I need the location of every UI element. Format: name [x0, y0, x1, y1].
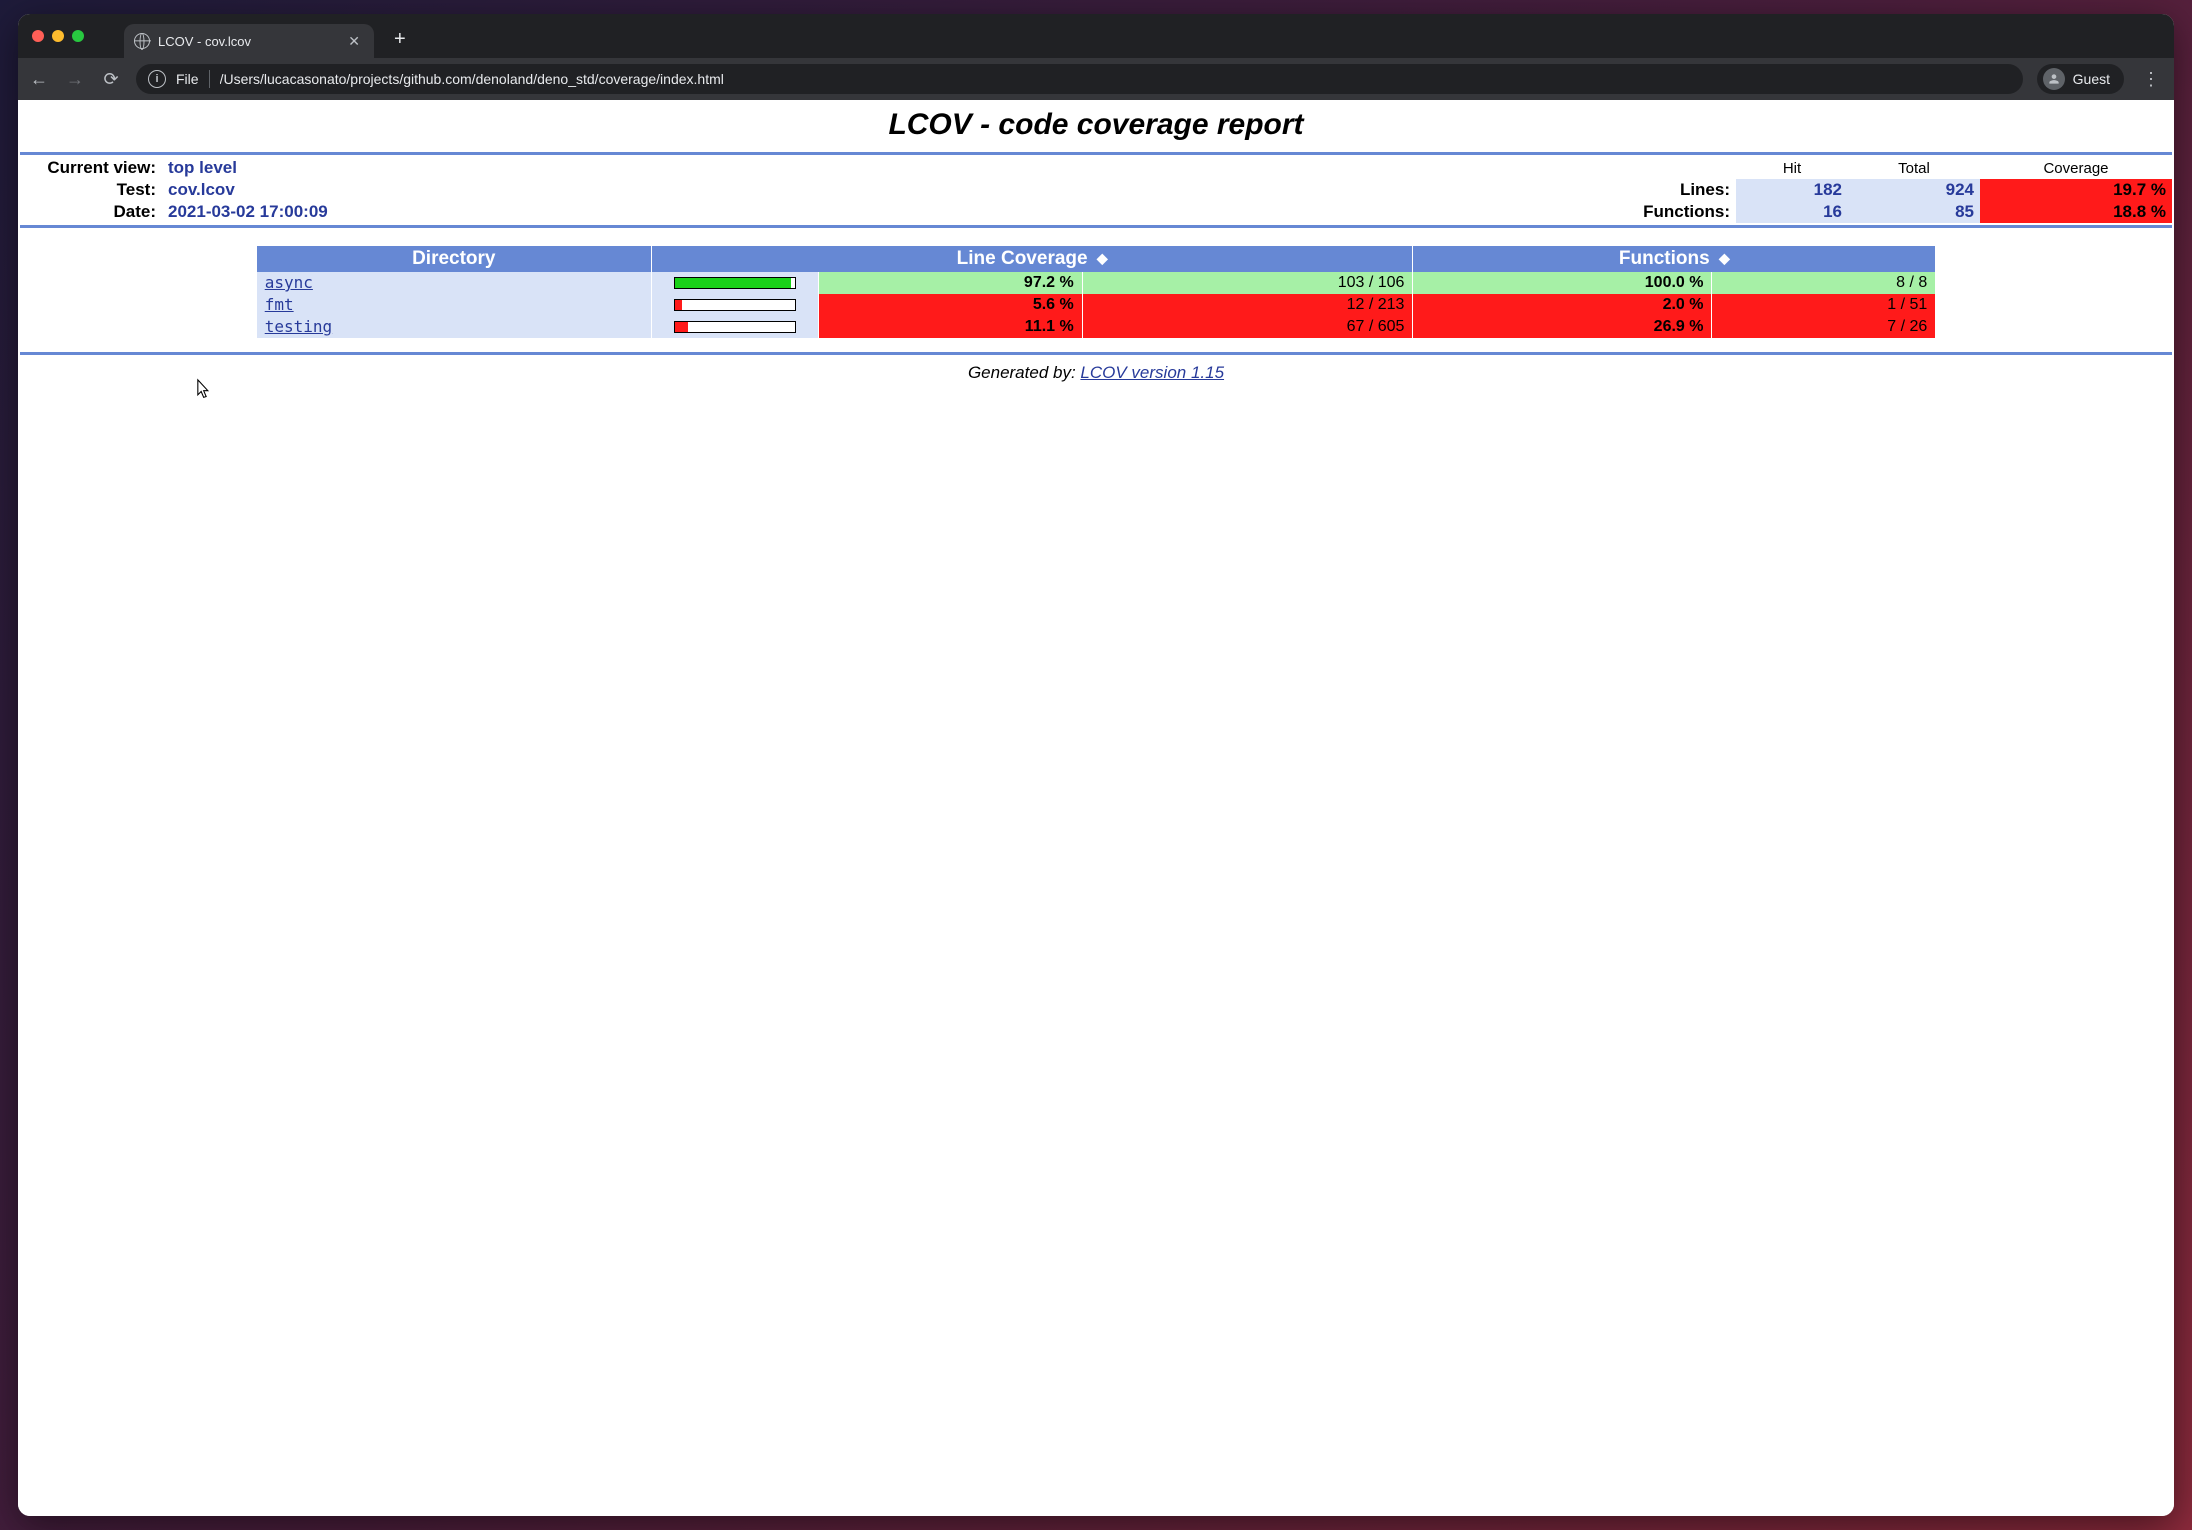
coverage-bar-fill [675, 322, 688, 332]
link-top-level[interactable]: top level [168, 158, 237, 177]
footer-text: Generated by: [968, 363, 1080, 382]
coverage-bar-cell [651, 294, 818, 316]
func-coverage-pct: 2.0 % [1413, 294, 1712, 316]
label-current-view: Current view: [20, 157, 162, 179]
profile-button[interactable]: Guest [2037, 64, 2124, 94]
rule-top [20, 152, 2172, 155]
header-hit: Hit [1736, 157, 1848, 179]
header-total: Total [1848, 157, 1980, 179]
back-button[interactable]: ← [28, 69, 50, 90]
coverage-bar [674, 277, 796, 289]
report-title: LCOV - code coverage report [20, 108, 2172, 142]
globe-icon [134, 33, 150, 49]
titlebar: LCOV - cov.lcov ✕ + [18, 14, 2174, 58]
directory-cell: async [257, 272, 652, 294]
lines-hit: 182 [1736, 179, 1848, 201]
label-date: Date: [20, 201, 162, 223]
coverage-bar [674, 321, 796, 333]
func-coverage-frac: 8 / 8 [1712, 272, 1935, 294]
tab-title: LCOV - cov.lcov [158, 34, 336, 49]
window-controls [32, 30, 84, 42]
rule-mid [20, 225, 2172, 228]
toolbar: ← → ⟳ i File /Users/lucacasonato/project… [18, 58, 2174, 100]
rule-bottom [20, 352, 2172, 355]
desktop: LCOV - cov.lcov ✕ + ← → ⟳ i File /Users/… [0, 0, 2192, 1530]
address-bar[interactable]: i File /Users/lucacasonato/projects/gith… [136, 64, 2023, 94]
omnibox-separator [209, 70, 210, 88]
directory-link[interactable]: testing [265, 317, 332, 336]
line-coverage-pct: 11.1 % [818, 316, 1082, 338]
line-coverage-frac: 12 / 213 [1082, 294, 1413, 316]
maximize-window-button[interactable] [72, 30, 84, 42]
coverage-bar-cell [651, 316, 818, 338]
site-info-icon[interactable]: i [148, 70, 166, 88]
col-directory[interactable]: Directory [257, 246, 652, 272]
coverage-bar-cell [651, 272, 818, 294]
col-line-coverage[interactable]: Line Coverage ◆ [651, 246, 1413, 272]
close-window-button[interactable] [32, 30, 44, 42]
funcs-hit: 16 [1736, 201, 1848, 223]
table-row: async 97.2 %103 / 106100.0 %8 / 8 [257, 272, 1936, 294]
directory-cell: testing [257, 316, 652, 338]
browser-window: LCOV - cov.lcov ✕ + ← → ⟳ i File /Users/… [18, 14, 2174, 1516]
value-test: cov.lcov [162, 179, 434, 201]
func-coverage-frac: 7 / 26 [1712, 316, 1935, 338]
tab-close-button[interactable]: ✕ [344, 33, 364, 50]
menu-button[interactable]: ⋮ [2138, 69, 2164, 90]
value-date: 2021-03-02 17:00:09 [162, 201, 434, 223]
funcs-cov: 18.8 % [1980, 201, 2172, 223]
label-lines: Lines: [434, 179, 1736, 201]
func-coverage-frac: 1 / 51 [1712, 294, 1935, 316]
avatar-icon [2043, 68, 2065, 90]
directory-table: Directory Line Coverage ◆ Functions ◆ [257, 246, 1936, 338]
sort-icon: ◆ [1719, 250, 1730, 266]
lines-cov: 19.7 % [1980, 179, 2172, 201]
label-functions: Functions: [434, 201, 1736, 223]
summary-table: Current view: top level Hit Total Covera… [20, 157, 2172, 223]
minimize-window-button[interactable] [52, 30, 64, 42]
table-row: fmt 5.6 %12 / 2132.0 %1 / 51 [257, 294, 1936, 316]
coverage-bar-fill [675, 278, 792, 288]
url-path: /Users/lucacasonato/projects/github.com/… [220, 71, 2011, 87]
header-coverage: Coverage [1980, 157, 2172, 179]
sort-icon: ◆ [1097, 250, 1108, 266]
directory-link[interactable]: async [265, 273, 313, 292]
url-scheme: File [176, 71, 199, 87]
line-coverage-frac: 67 / 605 [1082, 316, 1413, 338]
page-content: LCOV - code coverage report Current view… [18, 100, 2174, 1516]
funcs-total: 85 [1848, 201, 1980, 223]
func-coverage-pct: 26.9 % [1413, 316, 1712, 338]
forward-button[interactable]: → [64, 69, 86, 90]
line-coverage-pct: 97.2 % [818, 272, 1082, 294]
func-coverage-pct: 100.0 % [1413, 272, 1712, 294]
profile-label: Guest [2073, 71, 2110, 87]
reload-button[interactable]: ⟳ [100, 69, 122, 90]
col-functions[interactable]: Functions ◆ [1413, 246, 1935, 272]
browser-tab[interactable]: LCOV - cov.lcov ✕ [124, 24, 374, 58]
line-coverage-pct: 5.6 % [818, 294, 1082, 316]
footer: Generated by: LCOV version 1.15 [20, 363, 2172, 383]
coverage-bar [674, 299, 796, 311]
directory-cell: fmt [257, 294, 652, 316]
line-coverage-frac: 103 / 106 [1082, 272, 1413, 294]
new-tab-button[interactable]: + [394, 28, 406, 51]
footer-link[interactable]: LCOV version 1.15 [1080, 363, 1224, 382]
directory-link[interactable]: fmt [265, 295, 294, 314]
table-row: testing 11.1 %67 / 60526.9 %7 / 26 [257, 316, 1936, 338]
lines-total: 924 [1848, 179, 1980, 201]
label-test: Test: [20, 179, 162, 201]
coverage-bar-fill [675, 300, 682, 310]
